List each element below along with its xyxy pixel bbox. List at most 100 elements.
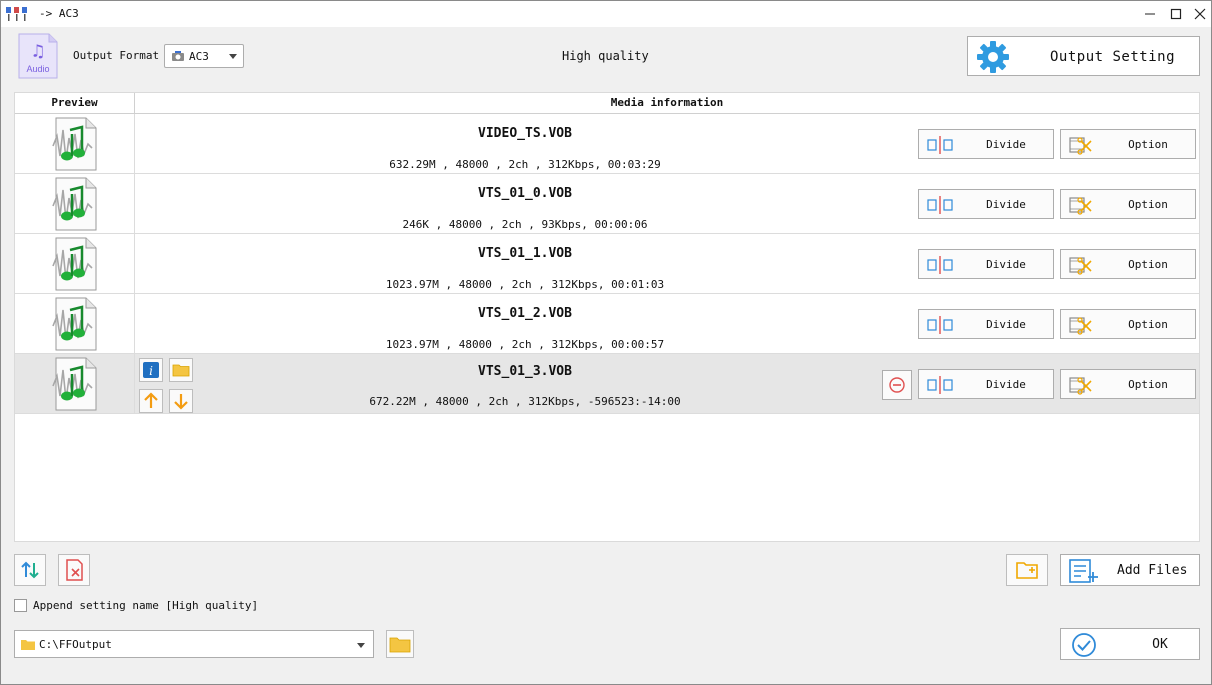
divide-split-icon <box>927 316 953 334</box>
audio-file-thumbnail-icon <box>52 297 97 351</box>
app-window: -> AC3 ♫ Audio Output Format AC3 High qu… <box>0 0 1212 685</box>
divide-label: Divide <box>986 198 1026 211</box>
clear-list-button[interactable] <box>58 554 90 586</box>
file-preview[interactable] <box>15 234 135 294</box>
file-row[interactable]: VTS_01_2.VOB 1023.97M , 48000 , 2ch , 31… <box>15 294 1199 354</box>
append-setting-label: Append setting name [High quality] <box>33 599 259 612</box>
checkbox-box[interactable] <box>14 599 27 612</box>
header-media-information[interactable]: Media information <box>135 93 1199 114</box>
divide-split-icon <box>927 256 953 274</box>
option-label: Option <box>1128 198 1168 211</box>
output-format-label: Output Format <box>73 49 160 62</box>
output-setting-label: Output Setting <box>1050 49 1176 65</box>
divide-split-icon <box>927 376 953 394</box>
file-info: 246K , 48000 , 2ch , 93Kbps, 00:00:06 <box>402 218 648 231</box>
audio-file-thumbnail-icon <box>52 117 97 171</box>
divide-button[interactable]: Divide <box>918 189 1054 219</box>
folder-icon <box>21 640 35 650</box>
divide-label: Divide <box>986 378 1026 391</box>
window-title: -> AC3 <box>39 7 79 20</box>
chevron-down-icon <box>229 54 237 59</box>
minimize-icon <box>1145 13 1155 15</box>
ok-button[interactable]: OK <box>1060 628 1200 660</box>
option-button[interactable]: Option <box>1060 129 1196 159</box>
file-row[interactable]: VIDEO_TS.VOB 632.29M , 48000 , 2ch , 312… <box>15 114 1199 174</box>
output-path-value: C:\FFOutput <box>39 638 112 651</box>
quality-label: High quality <box>562 49 649 63</box>
file-preview[interactable] <box>15 174 135 234</box>
maximize-button[interactable] <box>1163 1 1189 27</box>
option-button[interactable]: Option <box>1060 369 1196 399</box>
check-circle-icon <box>1072 633 1096 657</box>
file-row[interactable]: VTS_01_1.VOB 1023.97M , 48000 , 2ch , 31… <box>15 234 1199 294</box>
swap-arrows-icon <box>21 561 39 579</box>
format-toolbar: ♫ Audio Output Format AC3 High quality O… <box>1 27 1211 89</box>
file-list: Preview Media information VIDEO_TS.VOB 6… <box>14 92 1200 542</box>
minimize-button[interactable] <box>1137 1 1163 27</box>
film-scissors-icon <box>1069 377 1092 395</box>
audio-format-icon: ♫ Audio <box>18 33 58 79</box>
file-preview[interactable] <box>15 354 135 414</box>
audio-icon-label: Audio <box>26 64 49 74</box>
browse-folder-button[interactable] <box>386 630 414 658</box>
file-info: 672.22M , 48000 , 2ch , 312Kbps, -596523… <box>369 395 681 408</box>
add-folder-icon <box>1016 562 1038 579</box>
divide-button[interactable]: Divide <box>918 249 1054 279</box>
option-label: Option <box>1128 378 1168 391</box>
divide-label: Divide <box>986 138 1026 151</box>
add-files-button[interactable]: Add Files <box>1060 554 1200 586</box>
film-scissors-icon <box>1069 137 1092 155</box>
gear-icon <box>977 41 1009 73</box>
file-name: VTS_01_3.VOB <box>478 364 572 379</box>
file-info: 1023.97M , 48000 , 2ch , 312Kbps, 00:00:… <box>385 338 665 351</box>
option-label: Option <box>1128 318 1168 331</box>
format-camera-icon <box>172 51 184 61</box>
header-preview[interactable]: Preview <box>15 93 135 114</box>
audio-file-thumbnail-icon <box>52 177 97 231</box>
output-format-value: AC3 <box>189 50 209 63</box>
output-format-select[interactable]: AC3 <box>164 44 244 68</box>
divide-button[interactable]: Divide <box>918 369 1054 399</box>
film-scissors-icon <box>1069 257 1092 275</box>
option-label: Option <box>1128 138 1168 151</box>
audio-file-thumbnail-icon <box>52 357 97 411</box>
add-files-label: Add Files <box>1117 563 1188 578</box>
file-name: VTS_01_2.VOB <box>478 306 572 321</box>
option-label: Option <box>1128 258 1168 271</box>
file-name: VIDEO_TS.VOB <box>478 126 572 141</box>
svg-text:♫: ♫ <box>33 41 44 62</box>
audio-file-thumbnail-icon <box>52 237 97 291</box>
open-folder-icon <box>389 637 411 653</box>
file-preview[interactable] <box>15 294 135 354</box>
option-button[interactable]: Option <box>1060 249 1196 279</box>
add-folder-button[interactable] <box>1006 554 1048 586</box>
close-icon <box>1194 8 1206 20</box>
file-row[interactable]: VTS_01_0.VOB 246K , 48000 , 2ch , 93Kbps… <box>15 174 1199 234</box>
option-button[interactable]: Option <box>1060 189 1196 219</box>
divide-label: Divide <box>986 258 1026 271</box>
file-list-header: Preview Media information <box>15 93 1199 114</box>
title-bar: -> AC3 <box>1 1 1211 27</box>
file-preview[interactable] <box>15 114 135 174</box>
append-setting-checkbox[interactable]: Append setting name [High quality] <box>14 599 258 612</box>
film-scissors-icon <box>1069 197 1092 215</box>
divide-label: Divide <box>986 318 1026 331</box>
file-name: VTS_01_1.VOB <box>478 246 572 261</box>
file-info: 1023.97M , 48000 , 2ch , 312Kbps, 00:01:… <box>385 278 665 291</box>
option-button[interactable]: Option <box>1060 309 1196 339</box>
file-row[interactable]: i VTS_01_3.VOB 672.22M , 48000 , 2ch , 3… <box>15 354 1199 414</box>
sort-button[interactable] <box>14 554 46 586</box>
output-path-select[interactable]: C:\FFOutput <box>14 630 374 658</box>
file-name: VTS_01_0.VOB <box>478 186 572 201</box>
ok-label: OK <box>1152 637 1168 652</box>
output-setting-button[interactable]: Output Setting <box>967 36 1200 76</box>
maximize-icon <box>1170 8 1182 20</box>
chevron-down-icon <box>357 643 365 648</box>
add-files-icon <box>1069 559 1098 583</box>
delete-file-icon <box>66 559 83 581</box>
close-button[interactable] <box>1187 1 1212 27</box>
divide-split-icon <box>927 196 953 214</box>
file-info: 632.29M , 48000 , 2ch , 312Kbps, 00:03:2… <box>389 158 661 171</box>
divide-button[interactable]: Divide <box>918 309 1054 339</box>
divide-button[interactable]: Divide <box>918 129 1054 159</box>
